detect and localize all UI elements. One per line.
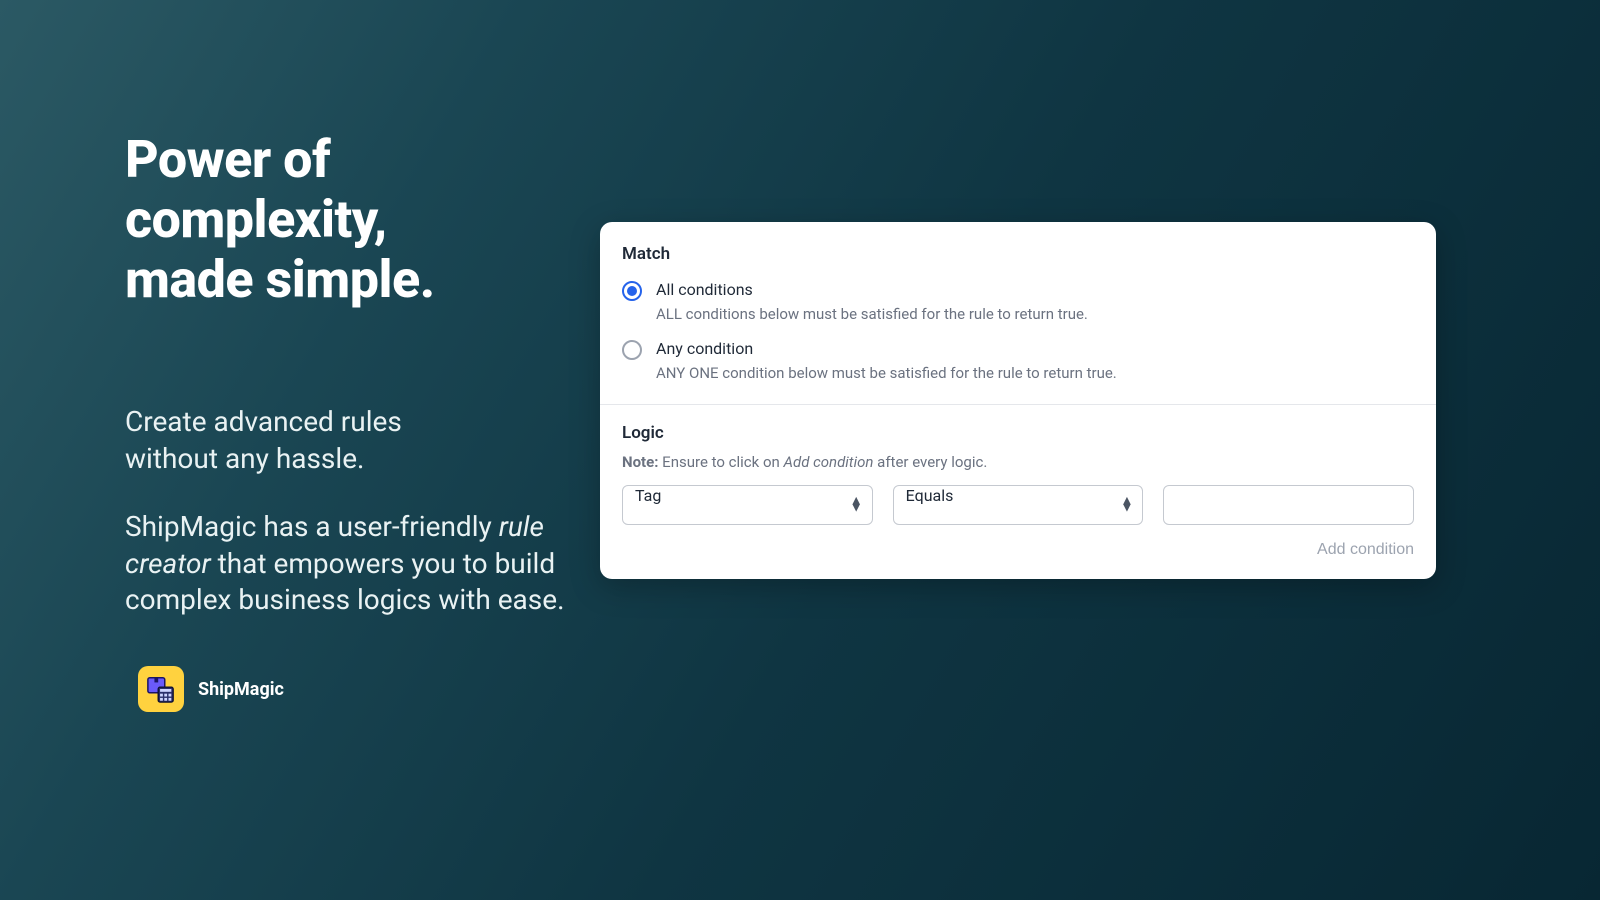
hero-lead: Create advanced rules without any hassle… — [125, 404, 595, 477]
logic-section: Logic Note: Ensure to click on Add condi… — [600, 405, 1436, 579]
condition-operator-wrap: Equals ▲▼ — [893, 485, 1144, 525]
condition-row: Tag ▲▼ Equals ▲▼ — [622, 485, 1414, 525]
radio-label: All conditions — [656, 280, 1414, 299]
radio-row-all-conditions[interactable]: All conditions ALL conditions below must… — [622, 280, 1414, 323]
logic-title: Logic — [622, 423, 1414, 443]
logic-note-after: after every logic. — [873, 453, 987, 471]
logic-note: Note: Ensure to click on Add condition a… — [622, 453, 1414, 471]
radio-label: Any condition — [656, 339, 1414, 358]
logic-note-em: Add condition — [784, 453, 874, 471]
logic-note-bold: Note: — [622, 453, 658, 471]
condition-field-select[interactable]: Tag — [622, 485, 873, 525]
hero-lead-line1: Create advanced rules — [125, 405, 402, 438]
hero-headline-line1: Power of complexity, — [125, 129, 387, 250]
brand: ShipMagic — [138, 666, 284, 712]
radio-description: ANY ONE condition below must be satisfie… — [656, 364, 1414, 382]
condition-value-input[interactable] — [1163, 485, 1414, 525]
hero-headline: Power of complexity, made simple. — [125, 130, 595, 309]
hero-lead-line2: without any hassle. — [125, 442, 364, 475]
condition-field-wrap: Tag ▲▼ — [622, 485, 873, 525]
brand-logo-icon — [138, 666, 184, 712]
match-title: Match — [622, 244, 1414, 264]
rule-creator-card: Match All conditions ALL conditions belo… — [600, 222, 1436, 579]
add-condition-button[interactable]: Add condition — [1317, 541, 1414, 559]
radio-row-any-condition[interactable]: Any condition ANY ONE condition below mu… — [622, 339, 1414, 382]
condition-operator-select[interactable]: Equals — [893, 485, 1144, 525]
radio-any-condition[interactable] — [622, 340, 642, 360]
match-section: Match All conditions ALL conditions belo… — [600, 222, 1436, 404]
hero-headline-line2: made simple. — [125, 249, 435, 310]
radio-description: ALL conditions below must be satisfied f… — [656, 305, 1414, 323]
radio-all-conditions[interactable] — [622, 281, 642, 301]
hero-body: ShipMagic has a user-friendly rule creat… — [125, 509, 595, 618]
condition-value-wrap — [1163, 485, 1414, 525]
logic-note-before: Ensure to click on — [658, 453, 783, 471]
hero-copy: Power of complexity, made simple. Create… — [125, 130, 595, 618]
hero-body-prefix: ShipMagic has a user-friendly — [125, 510, 499, 543]
brand-name: ShipMagic — [198, 679, 284, 700]
